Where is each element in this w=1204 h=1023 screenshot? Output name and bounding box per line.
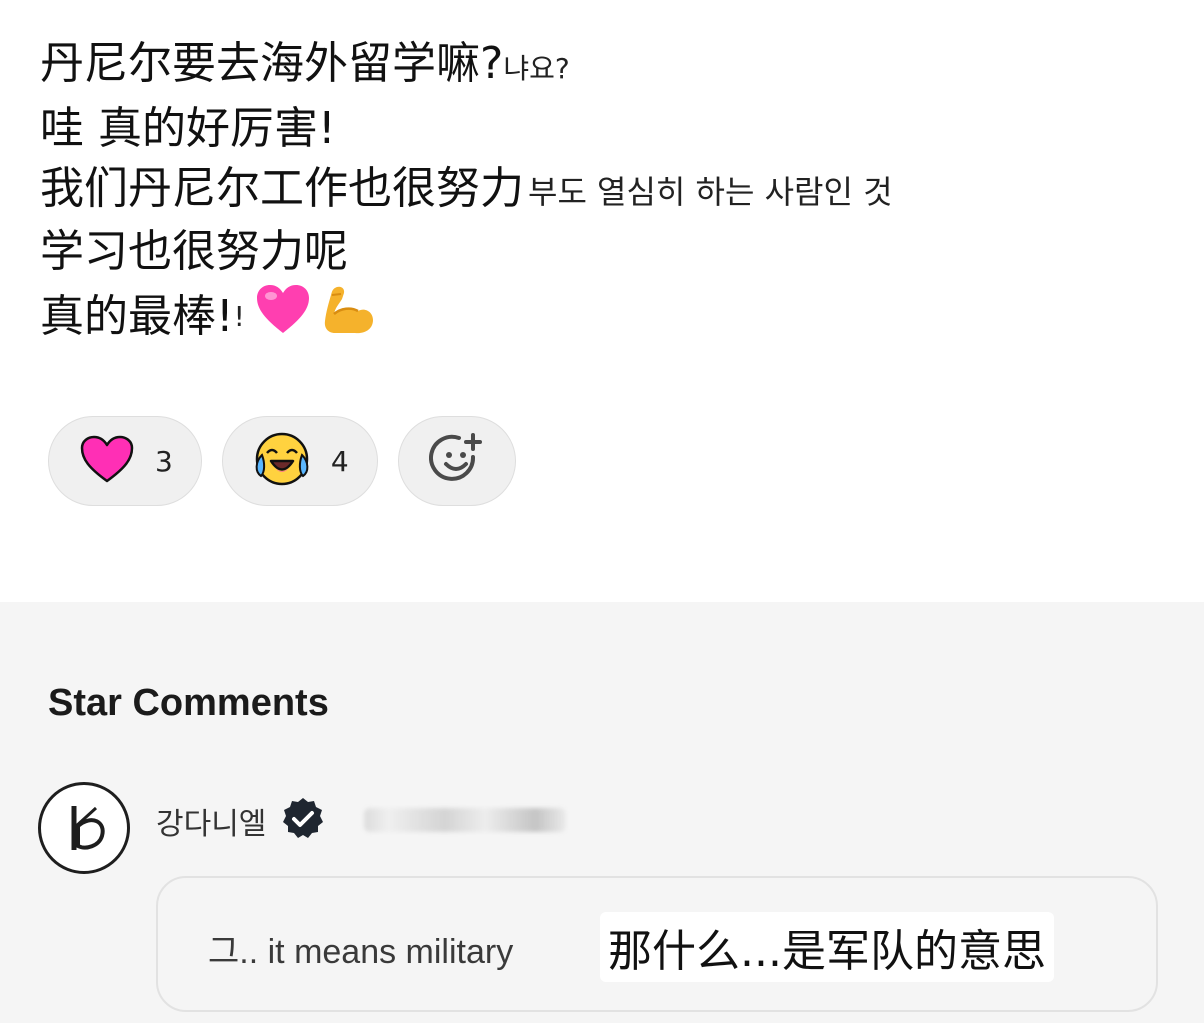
post-line-3: 我们丹尼尔工作也很努力 부도 열심히 하는 사람인 것 xyxy=(40,159,1180,222)
reaction-bar: 3 4 xyxy=(48,416,516,506)
post-line-4-text: 学习也很努力呢 xyxy=(40,226,348,277)
reaction-heart-count: 3 xyxy=(155,444,173,478)
avatar[interactable] xyxy=(38,782,130,874)
post-line-5: 真的最棒! ! xyxy=(40,282,1180,352)
add-reaction-icon xyxy=(428,431,485,491)
add-reaction-button[interactable] xyxy=(397,416,516,506)
reaction-heart-chip[interactable]: 3 xyxy=(48,416,202,506)
post-line-1: 丹尼尔要去海外留学嘛? 냐요? xyxy=(40,34,1180,99)
flexed-biceps-emoji-icon xyxy=(321,282,375,352)
post-line-3-korean: 부도 열심히 하는 사람인 것 xyxy=(528,173,893,211)
post-line-1-korean: 냐요? xyxy=(503,52,570,85)
comment-text: 그.. it means military xyxy=(208,933,514,971)
reaction-crying-count: 4 xyxy=(330,444,349,478)
post-line-4: 学习也很努力呢 xyxy=(40,222,1180,282)
post-line-2: 哇 真的好厉害! xyxy=(40,99,1180,159)
reaction-crying-chip[interactable]: 4 xyxy=(221,416,378,506)
kd-logo-icon xyxy=(71,806,105,850)
comment-author-row: 강다니엘 xyxy=(156,798,326,844)
section-title: Star Comments xyxy=(48,682,329,724)
comment-bubble: 그.. it means military 那什么...是军队的意思 xyxy=(156,876,1158,1012)
crying-laughing-face-icon xyxy=(253,432,311,490)
post-line-2-text: 哇 真的好厉害! xyxy=(40,103,336,154)
heart-icon xyxy=(79,434,135,488)
post-line-3-chinese: 我们丹尼尔工作也很努力 xyxy=(40,163,524,214)
post-line-1-chinese: 丹尼尔要去海外留学嘛? xyxy=(40,38,504,89)
post-card: 丹尼尔要去海外留学嘛? 냐요? 哇 真的好厉害! 我们丹尼尔工作也很努力 부도 … xyxy=(0,0,1204,602)
post-line-5-text: 真的最棒! xyxy=(40,291,234,342)
pink-heart-emoji-icon xyxy=(255,283,311,351)
post-line-5-tail: ! xyxy=(233,300,245,333)
translation-overlay: 那什么...是军队的意思 xyxy=(600,912,1054,982)
author-name[interactable]: 강다니엘 xyxy=(156,799,266,843)
verified-badge-icon xyxy=(280,796,326,846)
star-comments-section: Star Comments 강다니엘 그.. it means military… xyxy=(0,602,1204,1023)
post-body: 丹尼尔要去海外留学嘛? 냐요? 哇 真的好厉害! 我们丹尼尔工作也很努力 부도 … xyxy=(40,34,1180,352)
redacted-timestamp xyxy=(364,808,566,832)
